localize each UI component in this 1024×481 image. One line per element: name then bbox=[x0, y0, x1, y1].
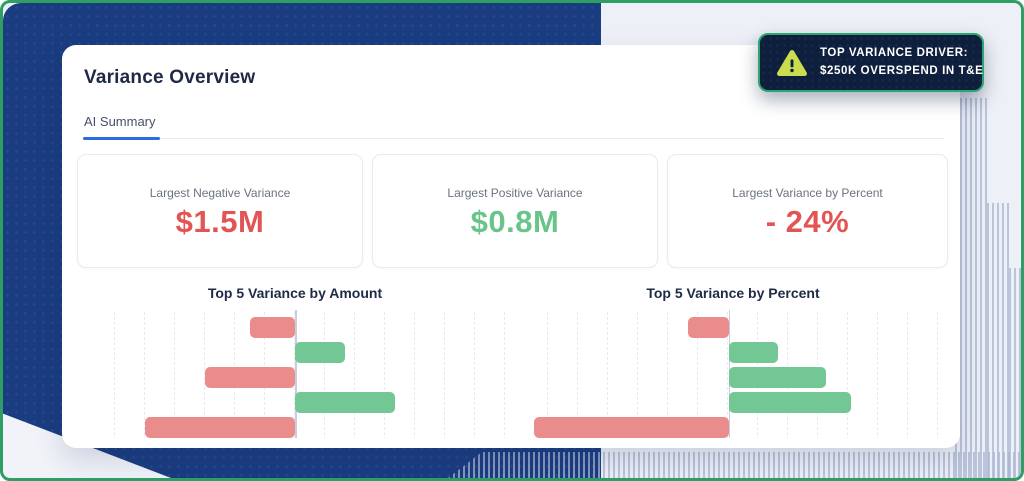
alert-line-2: $250K OVERSPEND IN T&E bbox=[820, 65, 983, 77]
bar-row bbox=[85, 392, 505, 413]
stat-card-label: Largest Negative Variance bbox=[78, 186, 362, 200]
variance-bar[interactable] bbox=[205, 367, 295, 388]
stat-card-label: Largest Variance by Percent bbox=[668, 186, 947, 200]
chart-plot bbox=[518, 310, 948, 438]
bar-row bbox=[518, 317, 948, 338]
alert-line-1: TOP VARIANCE DRIVER: bbox=[820, 47, 968, 59]
chart-plot bbox=[85, 310, 505, 438]
variance-bar[interactable] bbox=[729, 342, 778, 363]
tab-label: AI Summary bbox=[84, 114, 156, 129]
tab-bar: AI Summary bbox=[83, 113, 944, 139]
bar-row bbox=[518, 417, 948, 438]
variance-bar[interactable] bbox=[295, 392, 395, 413]
bar-row bbox=[518, 367, 948, 388]
variance-overview-card: Variance Overview AI Summary Largest Neg… bbox=[62, 45, 960, 448]
variance-bar[interactable] bbox=[295, 342, 345, 363]
variance-bar[interactable] bbox=[729, 392, 851, 413]
chart-title: Top 5 Variance by Percent bbox=[518, 285, 948, 301]
tab-ai-summary[interactable]: AI Summary bbox=[83, 114, 158, 138]
stat-card-largest-percent: Largest Variance by Percent - 24% bbox=[667, 154, 948, 268]
variance-bar[interactable] bbox=[688, 317, 729, 338]
active-tab-underline bbox=[83, 137, 160, 140]
alert-badge: TOP VARIANCE DRIVER: $250K OVERSPEND IN … bbox=[758, 33, 984, 92]
page-title: Variance Overview bbox=[84, 67, 255, 89]
stat-card-value: $0.8M bbox=[373, 204, 657, 240]
stat-card-value: - 24% bbox=[668, 204, 947, 240]
variance-bar[interactable] bbox=[729, 367, 826, 388]
stripe-decoration-bottom bbox=[448, 452, 1021, 478]
chart-variance-by-amount: Top 5 Variance by Amount bbox=[85, 285, 505, 438]
bar-row bbox=[518, 392, 948, 413]
bar-row bbox=[85, 342, 505, 363]
stripe-decoration-right bbox=[1009, 268, 1021, 478]
bar-row bbox=[85, 367, 505, 388]
variance-bar[interactable] bbox=[534, 417, 729, 438]
stat-card-largest-positive: Largest Positive Variance $0.8M bbox=[372, 154, 658, 268]
stripe-decoration-right bbox=[987, 203, 1009, 478]
chart-variance-by-percent: Top 5 Variance by Percent bbox=[518, 285, 948, 438]
variance-bar[interactable] bbox=[250, 317, 295, 338]
alert-badge-text: TOP VARIANCE DRIVER: $250K OVERSPEND IN … bbox=[820, 45, 983, 80]
bar-row bbox=[518, 342, 948, 363]
variance-bar[interactable] bbox=[145, 417, 295, 438]
bar-row bbox=[85, 317, 505, 338]
stat-card-largest-negative: Largest Negative Variance $1.5M bbox=[77, 154, 363, 268]
stat-card-label: Largest Positive Variance bbox=[373, 186, 657, 200]
dashboard-screen: Variance Overview AI Summary Largest Neg… bbox=[0, 0, 1024, 481]
warning-triangle-icon bbox=[776, 47, 808, 79]
stat-card-value: $1.5M bbox=[78, 204, 362, 240]
chart-title: Top 5 Variance by Amount bbox=[85, 285, 505, 301]
bar-row bbox=[85, 417, 505, 438]
